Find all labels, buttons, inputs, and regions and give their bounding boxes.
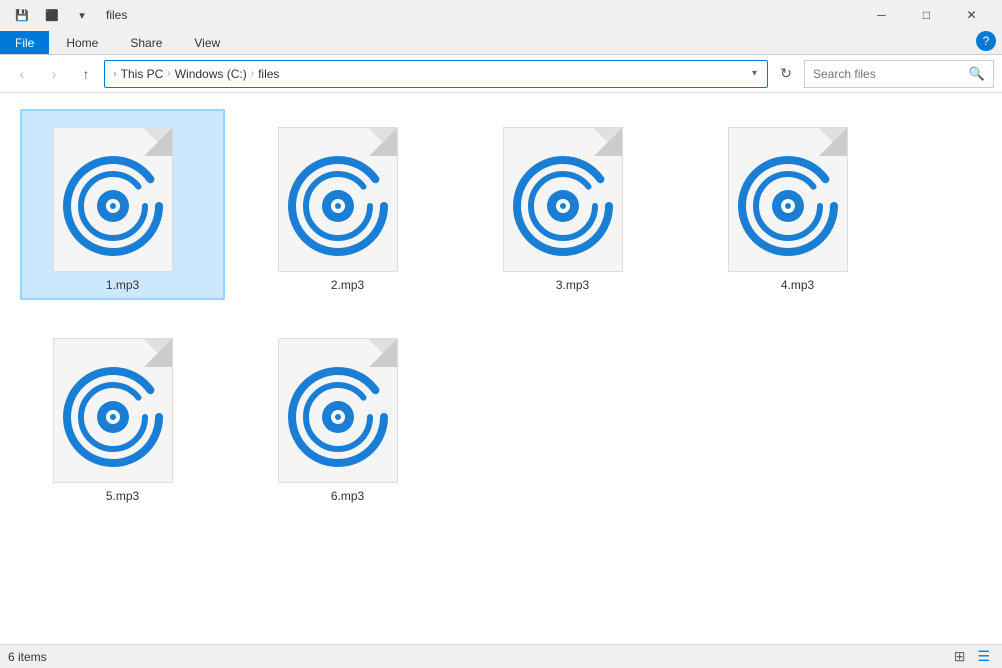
cd-icon	[59, 363, 167, 471]
file-icon	[278, 117, 418, 272]
title-bar-controls: ─ □ ✕	[859, 0, 994, 30]
main-content: 1.mp3 2.mp3 3.mp3 4.mp3	[0, 93, 1002, 668]
file-icon	[53, 117, 193, 272]
forward-button[interactable]: ›	[40, 60, 68, 88]
cd-icon	[734, 152, 842, 260]
file-label: 5.mp3	[106, 489, 139, 503]
up-button[interactable]: ↑	[72, 60, 100, 88]
file-item[interactable]: 5.mp3	[20, 320, 225, 511]
search-icon: 🔍	[969, 66, 985, 82]
file-icon	[278, 328, 418, 483]
tab-home[interactable]: Home	[51, 31, 113, 54]
file-label: 1.mp3	[106, 278, 139, 292]
cd-icon	[284, 363, 392, 471]
qat-dropdown[interactable]: ▾	[68, 1, 96, 29]
file-item[interactable]: 1.mp3	[20, 109, 225, 300]
address-bar[interactable]: › This PC › Windows (C:) › files ▾	[104, 60, 768, 88]
breadcrumb-sep-1: ›	[167, 68, 170, 79]
close-button[interactable]: ✕	[949, 0, 994, 30]
file-label: 2.mp3	[331, 278, 364, 292]
minimize-button[interactable]: ─	[859, 0, 904, 30]
save-qat-button[interactable]: 💾	[8, 1, 36, 29]
search-bar[interactable]: 🔍	[804, 60, 994, 88]
help-button[interactable]: ?	[976, 31, 996, 51]
cd-icon	[59, 152, 167, 260]
file-label: 4.mp3	[781, 278, 814, 292]
tab-view[interactable]: View	[179, 31, 235, 54]
large-icons-view[interactable]: ⊞	[950, 646, 970, 667]
breadcrumb-arrow: ›	[113, 68, 117, 80]
ribbon-tabs: File Home Share View ?	[0, 30, 1002, 55]
title-bar: 💾 ⬛ ▾ files ─ □ ✕	[0, 0, 1002, 30]
file-label: 6.mp3	[331, 489, 364, 503]
tab-share[interactable]: Share	[115, 31, 177, 54]
view-toggle: ⊞ ☰	[950, 646, 994, 667]
maximize-button[interactable]: □	[904, 0, 949, 30]
address-dropdown[interactable]: ▾	[750, 66, 759, 81]
tab-file[interactable]: File	[0, 31, 49, 54]
quick-access-toolbar: 💾 ⬛ ▾	[8, 1, 96, 29]
breadcrumb-windows-c[interactable]: Windows (C:)	[175, 67, 247, 81]
breadcrumb-this-pc[interactable]: This PC	[121, 67, 164, 81]
back-button[interactable]: ‹	[8, 60, 36, 88]
title-bar-left: 💾 ⬛ ▾ files	[8, 1, 127, 29]
breadcrumb-sep-2: ›	[251, 68, 254, 79]
file-label: 3.mp3	[556, 278, 589, 292]
properties-qat-button[interactable]: ⬛	[38, 1, 66, 29]
nav-bar: ‹ › ↑ › This PC › Windows (C:) › files ▾…	[0, 55, 1002, 93]
details-view[interactable]: ☰	[973, 646, 994, 667]
breadcrumb: › This PC › Windows (C:) › files	[113, 67, 279, 81]
cd-icon	[284, 152, 392, 260]
cd-icon	[509, 152, 617, 260]
window-title: files	[106, 8, 127, 22]
file-item[interactable]: 4.mp3	[695, 109, 900, 300]
breadcrumb-files[interactable]: files	[258, 67, 279, 81]
file-item[interactable]: 3.mp3	[470, 109, 675, 300]
file-item[interactable]: 2.mp3	[245, 109, 450, 300]
status-bar: 6 items ⊞ ☰	[0, 644, 1002, 668]
file-area: 1.mp3 2.mp3 3.mp3 4.mp3	[0, 93, 1002, 644]
file-item[interactable]: 6.mp3	[245, 320, 450, 511]
refresh-button[interactable]: ↻	[772, 60, 800, 88]
file-icon	[53, 328, 193, 483]
item-count: 6 items	[8, 650, 47, 664]
file-icon	[503, 117, 643, 272]
file-icon	[728, 117, 868, 272]
search-input[interactable]	[813, 67, 965, 81]
